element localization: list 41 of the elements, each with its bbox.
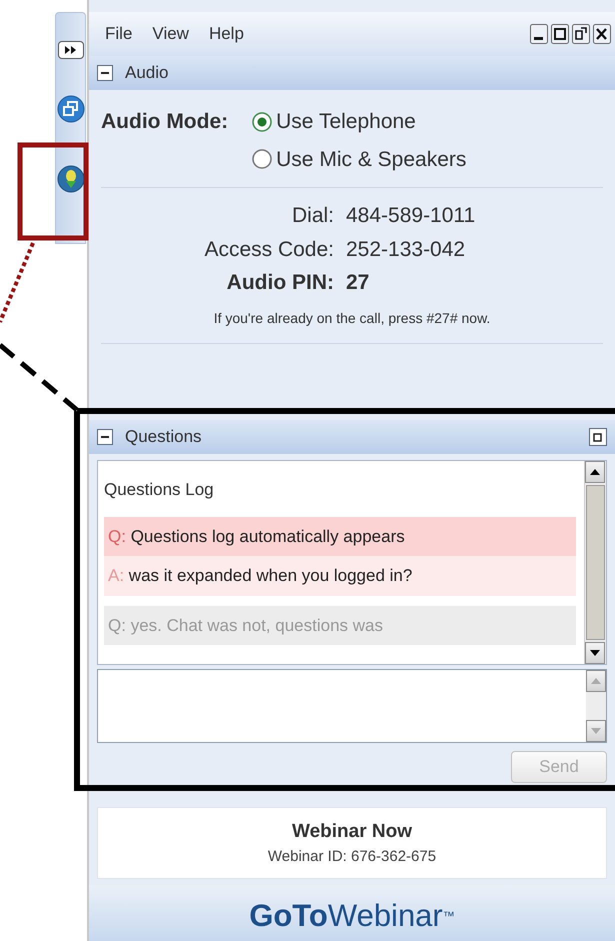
minimize-icon[interactable] [530, 24, 548, 44]
log-entry: A: was it expanded when you logged in? [107, 565, 414, 587]
field-label: Audio PIN: [226, 270, 334, 296]
up-arrow-icon [590, 469, 600, 475]
info-note: If you're already on the call, press #27# now. [214, 310, 490, 326]
logo: GoToWebinar$^{™}$ [249, 897, 455, 935]
microphone-icon[interactable] [56, 165, 84, 193]
menu-item[interactable]: Help [208, 21, 244, 47]
scrollbar[interactable] [584, 461, 606, 664]
webinar-title: Webinar Now [292, 820, 412, 844]
log-entry: Q: yes. Chat was not, questions was [107, 614, 384, 636]
collapse-icon[interactable] [97, 429, 113, 445]
scroll-thumb[interactable] [586, 485, 605, 640]
windows-icon[interactable] [56, 95, 84, 123]
webinar-id: Webinar ID: 676-362-675 [268, 847, 436, 867]
field-value: 27 [346, 270, 370, 296]
popout-icon[interactable] [589, 428, 607, 446]
log-entry: Q: Questions log automatically appears [104, 516, 576, 556]
scroll-up-button[interactable] [585, 461, 605, 483]
collapse-icon[interactable] [97, 65, 113, 81]
radio-option[interactable]: Use Telephone [252, 106, 466, 138]
field-label: Access Code: [203, 236, 334, 262]
expand-button[interactable] [58, 41, 84, 59]
restore-icon[interactable] [551, 24, 569, 44]
radio-option[interactable]: Use Mic & Speakers [252, 144, 466, 175]
field-label: Dial: [290, 203, 334, 229]
close-icon[interactable] [593, 24, 611, 44]
down-arrow-icon [590, 650, 600, 656]
radio-button[interactable] [252, 149, 272, 170]
popout-icon[interactable] [572, 24, 590, 44]
double-arrow-icon [64, 46, 76, 54]
field-value: 252-133-042 [346, 236, 466, 262]
log-title: Questions Log [104, 479, 215, 501]
menu-item[interactable]: View [152, 21, 189, 47]
field-value: 484-589-1011 [346, 203, 476, 229]
menu-item[interactable]: File [105, 21, 132, 47]
section-title: Questions [125, 426, 203, 448]
field-label: Audio Mode: [101, 109, 228, 135]
radio-button[interactable] [252, 112, 272, 132]
scroll-down-button[interactable] [585, 642, 605, 664]
section-title: Audio [125, 62, 168, 84]
